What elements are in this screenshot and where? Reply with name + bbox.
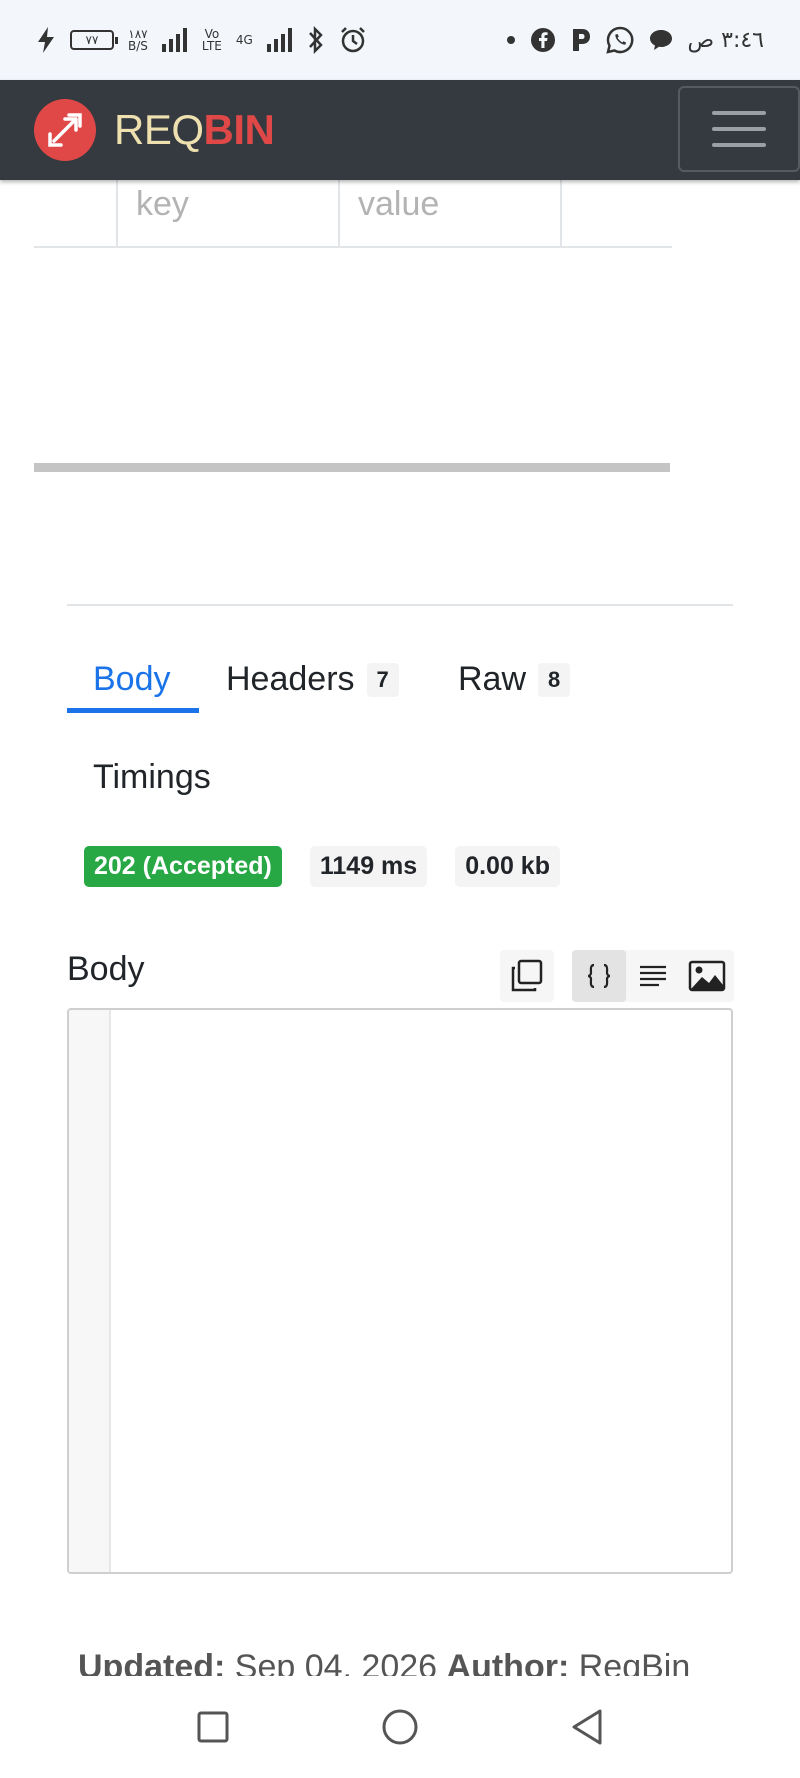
tab-timings[interactable]: Timings [93, 758, 211, 797]
status-icons-right: ٣:٤٦ ص [506, 26, 764, 54]
response-time-badge: 1149 ms [309, 846, 428, 887]
response-summary: 202 (Accepted) 1149 ms 0.00 kb [84, 846, 560, 887]
tab-body-label: Body [93, 660, 171, 698]
response-body-editor[interactable] [67, 1008, 733, 1574]
status-badge: 202 (Accepted) [84, 846, 282, 887]
tab-body[interactable]: Body [93, 660, 171, 699]
view-mode-group [572, 950, 734, 1002]
network-speed: ١٨٧ B/S [128, 28, 148, 52]
text-view-button[interactable] [626, 950, 680, 1002]
charging-bolt-icon [38, 27, 54, 53]
section-divider [67, 604, 733, 606]
json-view-button[interactable] [572, 950, 626, 1002]
hamburger-line [712, 111, 766, 115]
raw-count-badge: 8 [538, 662, 571, 697]
volte-bottom: LTE [201, 39, 222, 53]
status-icons-left: ٧٧ ١٨٧ B/S Vo LTE 4G [36, 26, 367, 54]
horizontal-scrollbar[interactable] [34, 463, 670, 472]
image-view-button[interactable] [680, 950, 734, 1002]
tab-raw-label: Raw [458, 660, 527, 698]
back-triangle-icon[interactable] [570, 1708, 604, 1746]
tab-headers[interactable]: Headers 7 [226, 660, 399, 699]
network-speed-unit: B/S [128, 39, 148, 53]
bluetooth-icon [308, 26, 323, 54]
reqbin-logo-icon[interactable] [34, 99, 96, 161]
params-row [34, 180, 672, 248]
tab-timings-label: Timings [93, 758, 211, 796]
brand-req: REQ [114, 106, 204, 153]
hamburger-line [712, 127, 766, 131]
signal-icon [161, 28, 187, 52]
signal-icon-2 [266, 28, 292, 52]
status-bar: ٧٧ ١٨٧ B/S Vo LTE 4G ٣:٤٦ ص [0, 0, 800, 80]
active-tab-underline [67, 708, 199, 713]
curly-braces-icon [587, 963, 611, 989]
clock: ٣:٤٦ ص [687, 27, 764, 53]
facebook-icon [530, 28, 555, 52]
text-lines-icon [640, 965, 666, 987]
response-size-badge: 0.00 kb [455, 846, 560, 887]
chat-icon [649, 30, 672, 50]
body-section-title: Body [67, 950, 145, 988]
p-app-icon [572, 29, 590, 51]
brand-bin: BIN [203, 106, 275, 153]
copy-icon [511, 959, 543, 992]
whatsapp-icon [605, 26, 633, 54]
brand-name[interactable]: REQBIN [114, 106, 275, 154]
editor-gutter [69, 1010, 111, 1572]
copy-button[interactable] [500, 950, 554, 1002]
alarm-icon [340, 27, 365, 53]
recents-square-icon[interactable] [196, 1710, 230, 1744]
network-type: 4G [235, 33, 253, 47]
tab-raw[interactable]: Raw 8 [458, 660, 571, 699]
param-value-input[interactable] [340, 182, 560, 226]
param-key-input[interactable] [118, 182, 338, 226]
params-checkbox-cell [34, 180, 118, 246]
volte-indicator: Vo LTE [202, 28, 222, 52]
param-value-cell [340, 180, 562, 246]
system-navigation-bar [0, 1676, 800, 1778]
hamburger-line [712, 143, 766, 147]
notification-dot-icon [506, 36, 515, 44]
hamburger-menu-button[interactable] [678, 86, 800, 172]
navbar: REQBIN [0, 80, 800, 180]
image-icon [688, 960, 726, 992]
headers-count-badge: 7 [366, 662, 399, 697]
battery-level: ٧٧ [85, 33, 99, 47]
home-circle-icon[interactable] [381, 1708, 419, 1746]
battery-icon: ٧٧ [70, 30, 118, 50]
tab-headers-label: Headers [226, 660, 355, 698]
param-key-cell [118, 180, 340, 246]
body-toolbar [500, 950, 734, 1002]
